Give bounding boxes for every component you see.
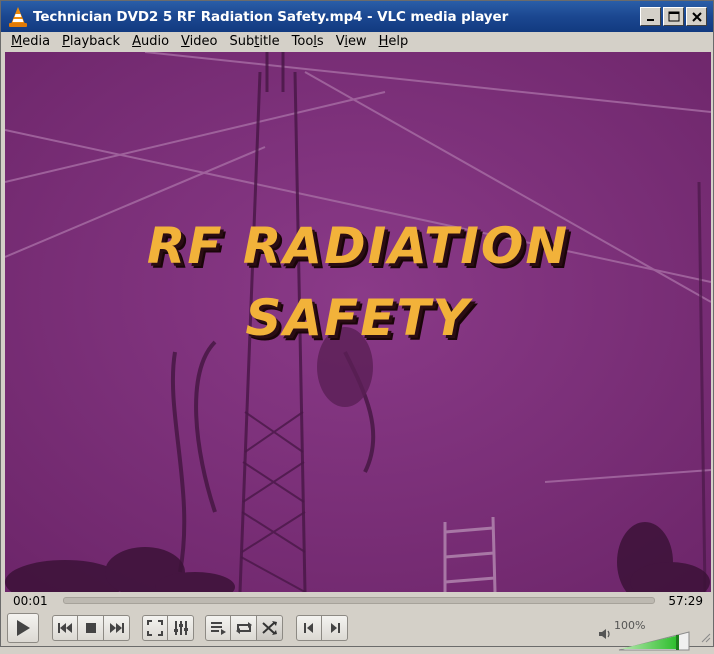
- fullscreen-icon: [147, 620, 163, 636]
- loop-icon: [235, 622, 252, 634]
- playlist-icon: [211, 622, 226, 635]
- minimize-icon: [646, 18, 654, 21]
- controls-bar: 100%: [1, 611, 713, 651]
- video-title-line1: RF RADIATION: [146, 217, 570, 275]
- shuffle-icon: [261, 621, 277, 635]
- menu-bar: Media Playback Audio Video Subtitle Tool…: [1, 32, 713, 52]
- menu-video[interactable]: Video: [175, 32, 223, 52]
- playlist-group: [205, 615, 283, 641]
- seek-slider[interactable]: [63, 597, 655, 604]
- elapsed-time: 00:01: [13, 594, 48, 608]
- vlc-window: Technician DVD2 5 RF Radiation Safety.mp…: [0, 0, 714, 651]
- resize-grip-icon[interactable]: [701, 632, 711, 643]
- close-button[interactable]: [686, 7, 707, 26]
- menu-audio[interactable]: Audio: [126, 32, 175, 52]
- volume-slider[interactable]: [618, 631, 690, 651]
- stop-button[interactable]: [78, 615, 104, 641]
- fullscreen-button[interactable]: [142, 615, 168, 641]
- frame-next-icon: [330, 623, 340, 633]
- menu-view[interactable]: View: [330, 32, 373, 52]
- maximize-button[interactable]: [663, 7, 684, 26]
- next-icon: [109, 623, 124, 633]
- menu-subtitle[interactable]: Subtitle: [223, 32, 285, 52]
- minimize-button[interactable]: [640, 7, 661, 26]
- frame-back-icon: [304, 623, 313, 633]
- playlist-button[interactable]: [205, 615, 231, 641]
- previous-icon: [58, 623, 72, 633]
- close-icon: [691, 11, 702, 22]
- vlc-cone-icon: [7, 6, 29, 28]
- video-frame[interactable]: RF RADIATION SAFETY: [5, 52, 711, 592]
- next-button[interactable]: [104, 615, 130, 641]
- play-icon: [17, 620, 30, 636]
- extended-settings-icon: [173, 621, 188, 635]
- speaker-icon[interactable]: [598, 628, 612, 640]
- video-title-line2: SAFETY: [245, 289, 471, 347]
- maximize-icon: [668, 11, 679, 22]
- title-bar[interactable]: Technician DVD2 5 RF Radiation Safety.mp…: [1, 1, 713, 32]
- play-button[interactable]: [7, 613, 39, 643]
- shuffle-button[interactable]: [257, 615, 283, 641]
- menu-tools[interactable]: Tools: [286, 32, 330, 52]
- view-group: [142, 615, 194, 641]
- transport-group: [52, 615, 130, 641]
- frame-back-button[interactable]: [296, 615, 322, 641]
- loop-button[interactable]: [231, 615, 257, 641]
- extended-settings-button[interactable]: [168, 615, 194, 641]
- previous-button[interactable]: [52, 615, 78, 641]
- total-time[interactable]: 57:29: [668, 594, 703, 608]
- menu-playback[interactable]: Playback: [56, 32, 126, 52]
- menu-help[interactable]: Help: [373, 32, 415, 52]
- seek-row: 00:01 57:29: [1, 592, 713, 610]
- menu-media[interactable]: Media: [5, 32, 56, 52]
- window-title: Technician DVD2 5 RF Radiation Safety.mp…: [33, 8, 509, 25]
- frame-group: [296, 615, 348, 641]
- stop-icon: [85, 623, 96, 633]
- frame-next-button[interactable]: [322, 615, 348, 641]
